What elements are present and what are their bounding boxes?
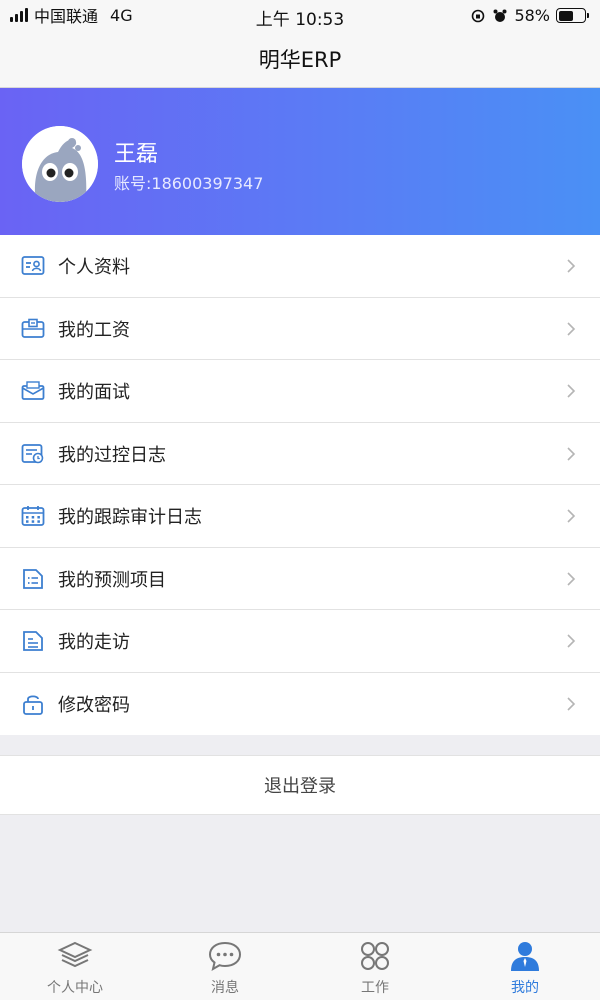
log-icon [20, 441, 46, 467]
chevron-right-icon [567, 697, 576, 711]
user-account: 账号:18600397347 [114, 174, 264, 193]
navigation-bar: 明华ERP [0, 30, 600, 88]
tab-label: 我的 [511, 980, 539, 996]
menu-item-label: 我的工资 [58, 319, 130, 341]
chat-icon [207, 939, 243, 973]
id-card-icon [20, 253, 46, 279]
salary-icon [20, 316, 46, 342]
status-bar: 中国联通 4G 上午 10:53 58% [0, 0, 600, 30]
user-name: 王磊 [114, 142, 159, 167]
list-icon [20, 566, 46, 592]
lock-icon [20, 691, 46, 717]
menu-item-label: 我的跟踪审计日志 [58, 507, 202, 529]
tab-label: 工作 [361, 980, 389, 996]
chevron-right-icon [567, 634, 576, 648]
grid-icon [357, 939, 393, 973]
chevron-right-icon [567, 447, 576, 461]
menu-item-change-password[interactable]: 修改密码 [0, 673, 600, 736]
chevron-right-icon [567, 384, 576, 398]
profile-header[interactable]: 王磊 账号:18600397347 [0, 88, 600, 235]
chevron-right-icon [567, 572, 576, 586]
menu-item-interview[interactable]: 我的面试 [0, 360, 600, 423]
tab-label: 个人中心 [47, 980, 103, 996]
menu-item-visits[interactable]: 我的走访 [0, 610, 600, 673]
logout-button[interactable]: 退出登录 [0, 755, 600, 815]
menu-item-label: 我的过控日志 [58, 444, 166, 466]
alarm-icon [493, 9, 507, 22]
tab-mine[interactable]: 我的 [450, 933, 600, 1000]
chevron-right-icon [567, 259, 576, 273]
page-title: 明华ERP [258, 47, 342, 72]
document-icon [20, 628, 46, 654]
menu-item-forecast-projects[interactable]: 我的预测项目 [0, 548, 600, 611]
menu-item-audit-log[interactable]: 我的跟踪审计日志 [0, 485, 600, 548]
chevron-right-icon [567, 322, 576, 336]
avatar-mascot-icon [22, 126, 98, 202]
user-icon [507, 939, 543, 973]
tab-work[interactable]: 工作 [300, 933, 450, 1000]
battery-icon [556, 8, 589, 23]
menu-item-profile[interactable]: 个人资料 [0, 235, 600, 298]
tab-label: 消息 [211, 980, 239, 996]
battery-percent: 58% [514, 6, 550, 25]
chevron-right-icon [567, 509, 576, 523]
battery-fill [558, 10, 573, 21]
layers-icon [57, 939, 93, 973]
menu-item-label: 我的预测项目 [58, 569, 166, 591]
menu-item-label: 我的面试 [58, 382, 130, 404]
menu-item-salary[interactable]: 我的工资 [0, 298, 600, 361]
menu-item-label: 我的走访 [58, 632, 130, 654]
tab-messages[interactable]: 消息 [150, 933, 300, 1000]
menu-item-label: 个人资料 [58, 257, 130, 279]
orientation-lock-icon [472, 9, 485, 22]
menu-item-control-log[interactable]: 我的过控日志 [0, 423, 600, 486]
tab-personal-center[interactable]: 个人中心 [0, 933, 150, 1000]
menu-list: 个人资料 我的工资 我的面试 我的过控日志 我的跟踪审计日志 我的预测项目 我的… [0, 235, 600, 735]
avatar[interactable] [22, 126, 98, 202]
menu-item-label: 修改密码 [58, 694, 130, 716]
envelope-icon [20, 378, 46, 404]
tab-bar: 个人中心 消息 工作 我的 [0, 932, 600, 1000]
logout-label: 退出登录 [264, 776, 336, 797]
calendar-icon [20, 503, 46, 529]
